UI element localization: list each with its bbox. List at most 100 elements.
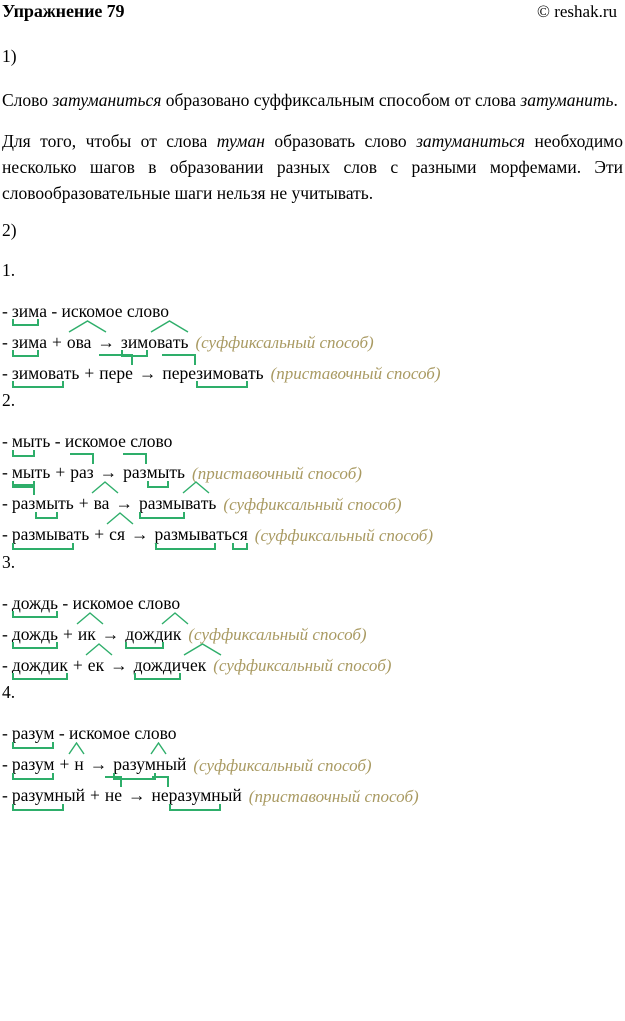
plus-operator: + (63, 623, 73, 644)
arrow-icon: → (110, 654, 128, 675)
line-dash: - (2, 362, 8, 383)
morpheme-token: ик (76, 611, 104, 644)
plain-segment: ть (73, 524, 90, 545)
line-dash: - (2, 431, 8, 452)
line-dash: - (2, 623, 8, 644)
root-segment: мы (146, 462, 170, 488)
root-segment: разумн (11, 785, 64, 811)
suffix-caret-icon (161, 611, 189, 625)
arrow-icon: → (115, 493, 133, 514)
derivation-step-line: - разум + н → разумн ый (суффиксальный способ) (0, 742, 625, 780)
root-segment: дожд (125, 623, 164, 649)
line-dash: - (2, 524, 8, 545)
arrow-icon: → (99, 462, 118, 483)
arrow-icon: → (97, 331, 115, 352)
line-dash: - (2, 723, 8, 744)
plain-segment: ть (63, 362, 80, 383)
plain-segment: а (39, 300, 47, 321)
root-segment: разум (113, 754, 156, 780)
marked-word: мыть (11, 462, 50, 488)
base-word-line: - дождь - искомое слово (0, 581, 625, 618)
derivation-method-label: (суффиксальный способ) (223, 494, 402, 514)
plus-operator: + (55, 462, 66, 483)
suffix-segment: н (149, 742, 167, 774)
plain-segment: а (39, 331, 47, 352)
paragraph-1: Слово затуманиться образовано суффиксаль… (0, 88, 625, 114)
paragraph-2: Для того, чтобы от слова туман образоват… (0, 129, 625, 206)
plain-segment: ый (165, 754, 187, 775)
derivation-method-label: (суффиксальный способ) (254, 525, 433, 545)
derivation-step-line: - зима + ова → зимова ть (суффиксальный способ) (0, 320, 625, 357)
line-dash: - (2, 654, 8, 675)
prefix-segment: не (104, 776, 123, 806)
derivation-method-label: (приставочный способ) (270, 364, 441, 384)
plain-segment: ть (34, 431, 51, 452)
p1-emphasis-1: затуманиться (52, 89, 162, 110)
root-segment: разумн (168, 785, 221, 811)
plain-segment: ть (247, 362, 264, 383)
marked-word: зима (11, 300, 47, 326)
group-number: 2. (2, 390, 16, 411)
root-segment: мы (11, 431, 35, 457)
marked-word: дождик (125, 611, 189, 649)
plain-segment: ый (63, 785, 85, 806)
marked-word: дождь (11, 594, 59, 618)
line-dash: - (2, 462, 8, 483)
suffix-caret-icon (91, 481, 118, 494)
marked-word: зимовать (11, 362, 80, 388)
suffix-segment: ва (91, 481, 118, 513)
morpheme-token: пере (99, 354, 133, 383)
suffix-segment: ик (161, 611, 189, 644)
morpheme-token: ся (106, 512, 134, 544)
suffix-caret-icon (68, 742, 90, 755)
plain-segment: ть (169, 462, 186, 483)
morpheme-token: не (104, 776, 123, 806)
derivation-method-label: (суффиксальный способ) (188, 625, 367, 645)
marked-word: дождичек (133, 643, 222, 680)
plain-segment: ть (58, 493, 74, 514)
line-dash: - (2, 754, 8, 775)
derivation-step-line: - зимовать + пере → перезимовать (приставочный… (0, 351, 625, 388)
postfix-segment: ся (231, 524, 248, 550)
root-segment: мы (11, 462, 35, 488)
morpheme-token: ова (67, 320, 107, 352)
marked-word: зима (11, 331, 47, 357)
plus-operator: + (89, 785, 100, 806)
suffix-caret-icon (76, 611, 104, 625)
marked-word: дождь (11, 625, 59, 649)
derivation-method-label: (приставочный способ) (248, 786, 419, 806)
morpheme-token: раз (70, 453, 95, 482)
marked-word: разум (11, 756, 54, 780)
root-segment: зимова (11, 362, 64, 388)
line-dash: - (2, 331, 8, 352)
root-segment: размыва (154, 524, 217, 550)
marked-word: неразумный (151, 776, 242, 811)
suffix-segment: ся (106, 512, 134, 544)
arrow-icon: → (138, 362, 157, 383)
suffix-segment: ва (182, 481, 210, 513)
target-word-note: - искомое слово (46, 300, 170, 321)
p1-text-a: Слово (2, 89, 53, 110)
marked-word: разумный (11, 785, 85, 811)
plain-segment: ый (220, 785, 242, 806)
morpheme-token: н (68, 742, 85, 774)
plain-segment: ть (172, 331, 189, 352)
derivation-method-label: (суффиксальный способ) (213, 656, 392, 676)
root-segment: дождик (11, 654, 69, 680)
marked-word: дождик (11, 654, 69, 680)
marked-word: размыть (123, 453, 186, 488)
p1-emphasis-2: затуманить (520, 89, 614, 110)
p2-text-a: Для того, чтобы от слова (2, 131, 217, 152)
suffix-segment: чек (181, 643, 222, 675)
suffix-caret-icon (183, 643, 222, 656)
p2-emphasis-1: туман (216, 131, 265, 152)
root-segment: зим (120, 331, 149, 357)
root-segment: размыва (11, 524, 74, 550)
plus-operator: + (84, 362, 95, 383)
line-dash: - (2, 493, 8, 514)
prefix-segment: не (151, 776, 169, 806)
derivation-step-line: - дождь + ик → дождик (суффиксальный способ) (0, 611, 625, 649)
suffix-caret-icon (106, 512, 134, 525)
suffix-segment: ик (76, 611, 104, 644)
arrow-icon: → (101, 623, 120, 644)
